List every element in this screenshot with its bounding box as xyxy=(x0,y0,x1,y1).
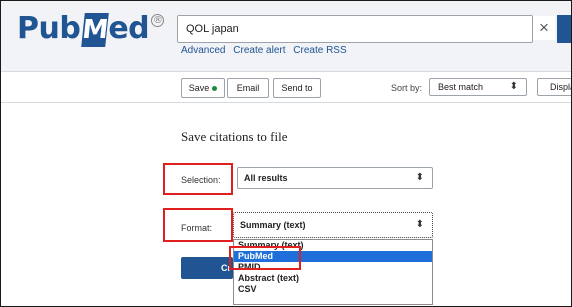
create-rss-link[interactable]: Create RSS xyxy=(293,45,346,56)
registered-mark: ® xyxy=(151,14,165,27)
results-toolbar: Save Email Send to Sort by: Best match ⬍… xyxy=(1,72,571,103)
search-button[interactable] xyxy=(557,15,571,43)
search-links: Advanced Create alert Create RSS xyxy=(181,45,352,56)
email-label: Email xyxy=(236,83,260,93)
status-dot-icon xyxy=(212,85,218,91)
email-button[interactable]: Email xyxy=(227,78,269,98)
format-option[interactable]: Abstract (text) xyxy=(234,273,432,284)
save-button[interactable]: Save xyxy=(181,78,225,98)
page-title: Save citations to file xyxy=(181,129,288,144)
format-value: Summary (text) xyxy=(240,220,306,230)
search-box[interactable] xyxy=(177,15,533,43)
advanced-link[interactable]: Advanced xyxy=(181,45,225,56)
logo-part-2: ed xyxy=(108,11,150,46)
sort-select[interactable]: Best match ⬍ xyxy=(429,78,527,96)
selection-value: All results xyxy=(244,173,288,183)
pubmed-header: Pub M ed ® × Advanced Create alert Creat… xyxy=(1,1,571,72)
search-input[interactable] xyxy=(186,16,506,42)
display-options-button[interactable]: Displa xyxy=(537,78,571,96)
sort-arrows-icon: ⬍ xyxy=(509,81,518,92)
select-arrows-icon: ⬍ xyxy=(415,219,424,230)
selection-select[interactable]: All results ⬍ xyxy=(237,167,433,189)
sort-by-label: Sort by: xyxy=(391,83,423,93)
logo-part-1: Pub xyxy=(17,11,81,46)
format-select[interactable]: Summary (text) ⬍ xyxy=(233,212,433,238)
save-label: Save xyxy=(188,83,210,93)
format-highlight-box xyxy=(163,208,233,242)
selection-highlight-box xyxy=(163,163,233,195)
clear-icon[interactable]: × xyxy=(533,16,555,40)
create-alert-link[interactable]: Create alert xyxy=(233,45,285,56)
send-to-button[interactable]: Send to xyxy=(273,78,321,98)
sort-value: Best match xyxy=(438,82,484,92)
pubmed-option-highlight-box xyxy=(229,246,301,270)
display-label: Displa xyxy=(550,82,571,92)
format-option[interactable]: CSV xyxy=(234,284,432,295)
logo-m-letter: M xyxy=(81,13,110,47)
browser-frame: Pub M ed ® × Advanced Create alert Creat… xyxy=(0,0,572,307)
send-to-label: Send to xyxy=(281,83,313,93)
pubmed-logo[interactable]: Pub M ed ® xyxy=(17,11,165,51)
select-arrows-icon: ⬍ xyxy=(415,172,424,183)
create-file-button[interactable]: Cr xyxy=(181,257,233,279)
